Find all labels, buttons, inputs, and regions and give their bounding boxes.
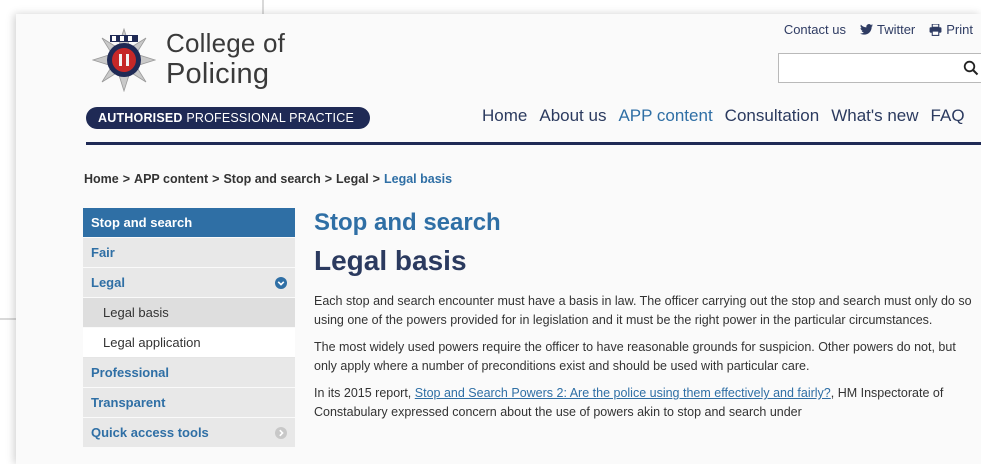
brand-name-line-1: College of (166, 28, 286, 58)
sidebar-item-legal-application[interactable]: Legal application (83, 328, 295, 358)
nav-about-us[interactable]: About us (539, 106, 606, 126)
nav-faq[interactable]: FAQ (931, 106, 965, 126)
paragraph-1: Each stop and search encounter must have… (314, 294, 972, 327)
hmic-report-link[interactable]: Stop and Search Powers 2: Are the police… (415, 386, 831, 400)
sidebar-item-transparent[interactable]: Transparent (83, 388, 295, 418)
search-input[interactable] (785, 55, 959, 83)
nav-whats-new[interactable]: What's new (831, 106, 918, 126)
breadcrumb-separator: > (122, 172, 131, 186)
breadcrumb-separator: > (324, 172, 333, 186)
print-icon (929, 23, 942, 36)
paragraph-3: In its 2015 report, Stop and Search Powe… (314, 384, 978, 422)
breadcrumb-stop-and-search[interactable]: Stop and search (223, 172, 320, 186)
section-title: Stop and search (314, 209, 501, 236)
nav-divider (86, 142, 981, 145)
utility-links: Contact us Twitter Print (784, 22, 973, 37)
nav-app-content[interactable]: APP content (618, 106, 712, 126)
section-sidebar: Stop and search Fair Legal Legal basis L… (83, 208, 295, 448)
search-icon[interactable] (963, 60, 979, 76)
print-label: Print (946, 22, 973, 37)
sidebar-item-legal-basis[interactable]: Legal basis (83, 298, 295, 328)
chevron-right-icon[interactable] (275, 427, 287, 439)
brand-name-line-2: Policing (166, 58, 270, 90)
sidebar-item-label: Quick access tools (91, 425, 209, 440)
twitter-label: Twitter (876, 22, 916, 37)
sidebar-item-stop-and-search[interactable]: Stop and search (83, 208, 295, 238)
badge-text: PROFESSIONAL PRACTICE (182, 111, 354, 125)
paragraph-2: The most widely used powers require the … (314, 340, 956, 373)
breadcrumb-separator: > (212, 172, 220, 186)
breadcrumb: Home > APP content > Stop and search > Legal > L… (84, 172, 452, 186)
contact-us-link[interactable]: Contact us (784, 22, 846, 37)
breadcrumb-home[interactable]: Home (84, 172, 119, 186)
page-title: Legal basis (314, 245, 467, 276)
breadcrumb-legal[interactable]: Legal (336, 172, 369, 186)
twitter-link[interactable]: Twitter (859, 22, 916, 37)
nav-consultation[interactable]: Consultation (725, 106, 820, 126)
chevron-down-icon[interactable] (275, 277, 287, 289)
breadcrumb-current: Legal basis (383, 172, 453, 186)
college-of-policing-logo[interactable] (92, 28, 156, 92)
sidebar-item-fair[interactable]: Fair (83, 238, 295, 268)
print-link[interactable]: Print (929, 22, 973, 37)
screenshot-stage: College of Policing AUTHORISED PROFESSIO… (0, 0, 981, 464)
main-content: Stop and search Legal basis Each stop an… (314, 208, 978, 430)
sidebar-item-professional[interactable]: Professional (83, 358, 295, 388)
badge-bold-text: AUTHORISED (98, 111, 183, 125)
twitter-icon (859, 24, 873, 35)
breadcrumb-separator: > (372, 172, 380, 186)
nav-home[interactable]: Home (482, 106, 527, 126)
search-box (778, 53, 981, 83)
sidebar-item-quick-access-tools[interactable]: Quick access tools (83, 418, 295, 448)
main-navigation: Home About us APP content Consultation W… (482, 106, 977, 126)
paragraph-3-prefix: In its 2015 report, (314, 386, 415, 400)
breadcrumb-app-content[interactable]: APP content (134, 172, 208, 186)
sidebar-item-label: Legal (91, 275, 125, 290)
authorised-professional-practice-badge[interactable]: AUTHORISED PROFESSIONAL PRACTICE (86, 107, 370, 129)
browser-page: College of Policing AUTHORISED PROFESSIO… (16, 14, 981, 464)
sidebar-item-legal[interactable]: Legal (83, 268, 295, 298)
contact-us-label: Contact us (783, 22, 846, 37)
